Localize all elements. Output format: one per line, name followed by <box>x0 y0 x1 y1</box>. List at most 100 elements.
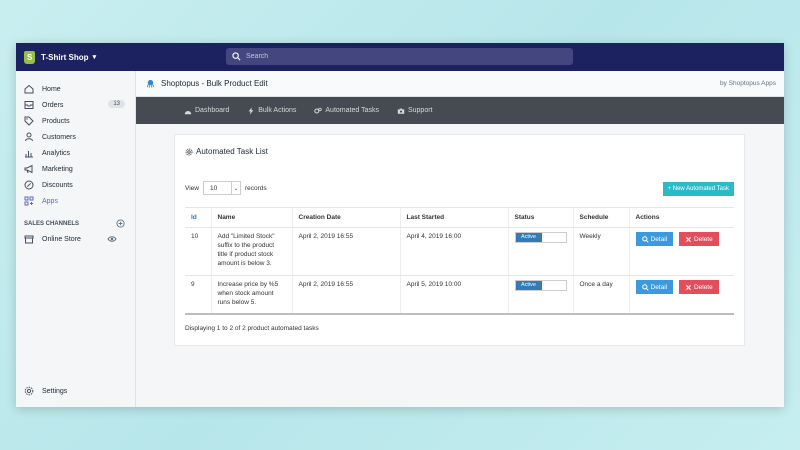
app-developer: by Shoptopus Apps <box>719 80 776 87</box>
dashboard-icon <box>184 110 192 114</box>
cell-name: Increase price by %5 when stock amount r… <box>210 275 292 315</box>
top-bar: T-Shirt Shop ▾ <box>16 43 784 71</box>
browser-window: T-Shirt Shop ▾ Home Orders 13 Products C… <box>16 43 784 407</box>
task-list-card: Automated Task List View 10 ⌄ records + … <box>174 134 745 346</box>
octopus-logo-icon <box>146 79 155 88</box>
eye-icon[interactable] <box>107 234 117 244</box>
cell-created: April 2, 2019 16:55 <box>291 227 400 276</box>
main-content: Shoptopus - Bulk Product Edit by Shoptop… <box>136 71 784 407</box>
close-icon <box>685 284 691 290</box>
cell-name: Add "Limited Stock" suffix to the produc… <box>210 227 292 276</box>
col-schedule[interactable]: Schedule <box>572 207 629 228</box>
sidebar-item-customers[interactable]: Customers <box>16 129 135 145</box>
search-icon <box>232 52 241 61</box>
bolt-icon <box>248 106 254 115</box>
cell-id: 10 <box>185 227 211 276</box>
cell-last-started: April 4, 2019 16:00 <box>399 227 508 276</box>
col-name[interactable]: Name <box>210 207 292 228</box>
app-title: Shoptopus - Bulk Product Edit <box>161 79 268 88</box>
table-row: 9 Increase price by %5 when stock amount… <box>185 275 734 315</box>
gear-icon <box>24 386 34 396</box>
card-title: Automated Task List <box>185 147 268 156</box>
nav-dashboard[interactable]: Dashboard <box>184 107 229 115</box>
table-row: 10 Add "Limited Stock" suffix to the pro… <box>185 227 734 276</box>
cell-last-started: April 5, 2019 10:00 <box>399 275 508 315</box>
pagination-summary: Displaying 1 to 2 of 2 product automated… <box>185 325 319 332</box>
cell-status: Active <box>507 227 573 276</box>
nav-support[interactable]: Support <box>397 107 433 115</box>
col-actions: Actions <box>628 207 734 228</box>
sidebar-item-label: Discounts <box>42 181 73 189</box>
cell-schedule: Once a day <box>572 275 629 315</box>
search-icon <box>641 235 649 243</box>
cell-id: 9 <box>185 275 211 315</box>
task-table: Id Name Creation Date Last Started Statu… <box>185 207 734 315</box>
detail-button[interactable]: Detail <box>635 232 674 246</box>
new-automated-task-button[interactable]: + New Automated Task <box>662 182 734 196</box>
sidebar-item-apps[interactable]: Apps <box>16 193 135 209</box>
search-input[interactable] <box>246 53 546 60</box>
search-bar[interactable] <box>226 48 573 65</box>
sidebar-item-discounts[interactable]: Discounts <box>16 177 135 193</box>
cell-schedule: Weekly <box>572 227 629 276</box>
sidebar-item-orders[interactable]: Orders 13 <box>16 97 135 113</box>
sidebar-item-home[interactable]: Home <box>16 81 135 97</box>
megaphone-icon <box>24 164 33 174</box>
delete-button[interactable]: Delete <box>678 232 719 246</box>
page-size-select[interactable]: 10 ⌄ <box>202 181 241 195</box>
status-badge: Active <box>515 281 542 290</box>
sidebar-item-label: Marketing <box>42 165 73 173</box>
status-toggle[interactable]: Active <box>514 280 567 291</box>
store-icon <box>24 235 34 244</box>
cell-created: April 2, 2019 16:55 <box>291 275 400 315</box>
app-header: Shoptopus - Bulk Product Edit by Shoptop… <box>136 71 784 97</box>
status-toggle[interactable]: Active <box>514 232 567 243</box>
cogs-icon <box>314 107 323 114</box>
shop-name: T-Shirt Shop <box>41 52 89 62</box>
tag-icon <box>24 116 34 126</box>
sidebar-item-label: Apps <box>42 197 58 205</box>
col-id[interactable]: Id <box>185 207 211 228</box>
apps-icon <box>24 196 34 206</box>
orders-count-badge: 13 <box>108 100 125 108</box>
detail-button[interactable]: Detail <box>635 280 674 294</box>
person-icon <box>25 132 33 142</box>
search-icon <box>641 283 649 291</box>
sidebar-item-label: Home <box>42 85 61 93</box>
sidebar-item-online-store[interactable]: Online Store <box>16 231 135 247</box>
col-creation-date[interactable]: Creation Date <box>291 207 400 228</box>
sidebar-item-label: Online Store <box>42 235 81 243</box>
sidebar-item-settings[interactable]: Settings <box>16 383 67 399</box>
sidebar-item-analytics[interactable]: Analytics <box>16 145 135 161</box>
chart-icon <box>25 151 33 158</box>
sidebar-item-label: Products <box>42 117 70 125</box>
status-badge: Active <box>515 233 542 242</box>
nav-automated-tasks[interactable]: Automated Tasks <box>314 107 379 115</box>
add-channel-icon[interactable] <box>116 219 125 228</box>
cell-status: Active <box>507 275 573 315</box>
sidebar-item-label: Settings <box>42 387 68 395</box>
page-size-control: View 10 ⌄ records <box>185 181 267 195</box>
shopify-logo-icon <box>24 50 35 64</box>
nav-bulk-actions[interactable]: Bulk Actions <box>247 106 296 115</box>
sidebar-item-label: Orders <box>42 101 64 109</box>
discount-icon <box>24 180 34 190</box>
chevron-down-icon: ▾ <box>92 54 97 61</box>
col-last-started[interactable]: Last Started <box>399 207 508 228</box>
col-status[interactable]: Status <box>507 207 573 228</box>
chevron-down-icon: ⌄ <box>230 182 240 194</box>
sidebar-item-marketing[interactable]: Marketing <box>16 161 135 177</box>
sales-channels-heading: SALES CHANNELS <box>16 217 135 231</box>
sidebar-item-label: Customers <box>42 133 76 141</box>
camera-icon <box>397 108 405 114</box>
cell-actions: Detail Delete <box>628 227 734 276</box>
delete-button[interactable]: Delete <box>678 280 719 294</box>
sidebar-item-products[interactable]: Products <box>16 113 135 129</box>
table-header-row: Id Name Creation Date Last Started Statu… <box>185 207 734 228</box>
orders-icon <box>24 101 34 109</box>
gear-icon <box>185 148 193 155</box>
shop-switcher[interactable]: T-Shirt Shop ▾ <box>16 50 97 64</box>
home-icon <box>24 84 34 94</box>
app-nav: Dashboard Bulk Actions Automated Tasks S… <box>136 97 784 124</box>
sidebar-item-label: Analytics <box>42 149 71 157</box>
